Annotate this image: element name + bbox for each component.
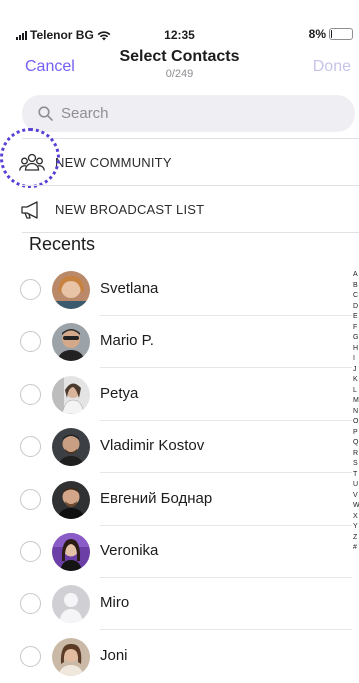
index-letter[interactable]: W [353, 501, 359, 512]
index-letter[interactable]: P [353, 428, 359, 439]
index-letter[interactable]: V [353, 491, 359, 502]
select-radio[interactable] [20, 279, 41, 300]
contact-name: Petya [100, 384, 139, 402]
highlight-ring [0, 128, 60, 188]
battery-percent: 8% [308, 27, 326, 41]
status-time: 12:35 [164, 28, 195, 42]
contact-name: Svetlana [100, 280, 159, 297]
index-letter[interactable]: E [353, 312, 359, 323]
search-input[interactable] [59, 104, 323, 123]
index-letter[interactable]: M [353, 396, 359, 407]
recents-header: Recents [29, 234, 96, 254]
avatar [52, 428, 90, 467]
index-letter[interactable]: I [353, 354, 359, 365]
contact-row-svetlana[interactable]: Svetlana [0, 264, 352, 316]
avatar [52, 375, 90, 414]
battery-icon [329, 28, 353, 40]
new-broadcast-list-label: NEW BROADCAST LIST [55, 202, 205, 217]
contact-row-miro[interactable]: Miro [0, 578, 352, 631]
select-radio[interactable] [20, 383, 41, 405]
search-icon [38, 106, 53, 121]
index-letter[interactable]: F [353, 323, 359, 334]
contact-row-vladimir-kostov[interactable]: Vladimir Kostov [0, 421, 352, 474]
index-letter[interactable]: S [353, 459, 359, 470]
divider [22, 232, 359, 233]
contact-row-mario-p[interactable]: Mario P. [0, 316, 352, 369]
new-broadcast-list-row[interactable]: NEW BROADCAST LIST [0, 186, 359, 233]
index-letter[interactable]: A [353, 270, 359, 281]
contact-row-petya[interactable]: Petya [0, 369, 352, 421]
avatar [52, 323, 90, 362]
index-letter[interactable]: Q [353, 438, 359, 449]
alphabet-index[interactable]: A B C D E F G H I J K L M N O P Q R S T U V W X Y Z # [353, 270, 359, 554]
index-letter[interactable]: # [353, 543, 359, 554]
index-letter[interactable]: L [353, 386, 359, 397]
index-letter[interactable]: D [353, 302, 359, 313]
index-letter[interactable]: R [353, 449, 359, 460]
index-letter[interactable]: Z [353, 533, 359, 544]
select-radio[interactable] [20, 541, 41, 562]
contact-name: Veronika [100, 542, 159, 559]
select-radio[interactable] [20, 436, 41, 458]
avatar [52, 585, 90, 624]
done-button[interactable]: Done [313, 58, 351, 76]
contact-row-veronika[interactable]: Veronika [0, 526, 352, 578]
index-letter[interactable]: Y [353, 522, 359, 533]
index-letter[interactable]: C [353, 291, 359, 302]
page-title: Select Contacts [119, 48, 240, 65]
contact-name: Vladimir Kostov [100, 437, 205, 455]
search-bar[interactable] [22, 95, 355, 132]
index-letter[interactable]: H [353, 344, 359, 355]
index-letter[interactable]: U [353, 480, 359, 491]
index-letter[interactable]: J [353, 365, 359, 376]
select-radio[interactable] [20, 331, 41, 353]
selected-count: 0/249 [165, 68, 194, 80]
select-radio[interactable] [20, 488, 41, 510]
index-letter[interactable]: O [353, 417, 359, 428]
index-letter[interactable]: N [353, 407, 359, 418]
index-letter[interactable]: G [353, 333, 359, 344]
contact-row-evgeniy-bodnar[interactable]: Евгений Боднар [0, 474, 352, 526]
index-letter[interactable]: B [353, 281, 359, 292]
contact-name: Joni [100, 646, 128, 664]
contact-name: Miro [100, 594, 130, 612]
contact-name: Mario P. [100, 332, 154, 350]
index-letter[interactable]: K [353, 375, 359, 386]
select-radio[interactable] [20, 593, 41, 615]
new-community-label: NEW COMMUNITY [55, 155, 172, 170]
megaphone-icon [21, 201, 38, 219]
index-letter[interactable]: T [353, 470, 359, 481]
status-bar: Telenor BG 12:35 8% [0, 0, 359, 46]
select-radio[interactable] [20, 645, 41, 667]
avatar [52, 480, 90, 519]
contact-name: Евгений Боднар [100, 489, 213, 507]
battery-status: 8% [309, 27, 353, 41]
index-letter[interactable]: X [353, 512, 359, 523]
avatar [52, 637, 90, 676]
nav-bar: Cancel Select Contacts 0/249 Done [0, 46, 359, 86]
avatar [52, 533, 90, 571]
avatar [52, 271, 90, 309]
contact-row-joni[interactable]: Joni [0, 631, 352, 683]
